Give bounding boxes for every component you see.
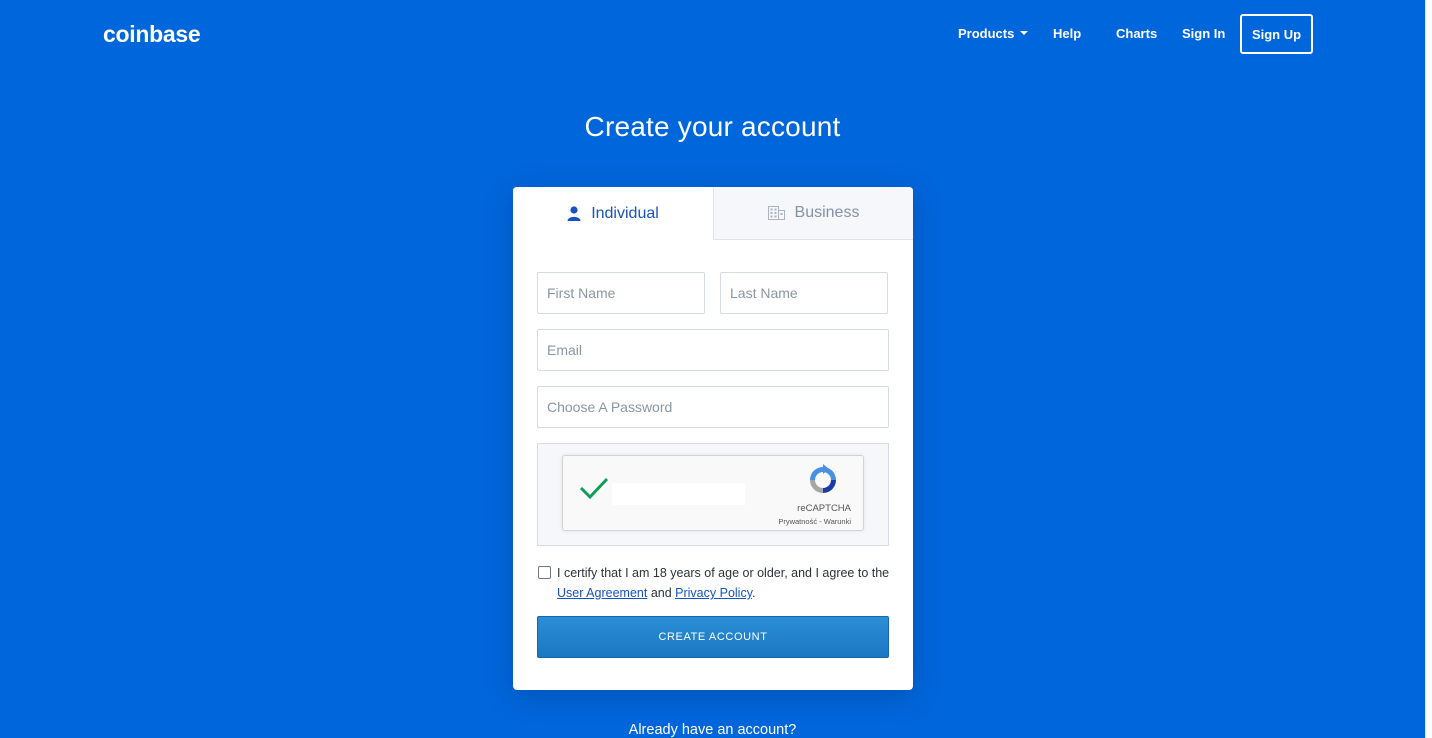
checkmark-icon[interactable] — [579, 476, 609, 500]
certify-period: . — [752, 586, 756, 600]
already-have-account-link[interactable]: Already have an account? — [0, 722, 1425, 738]
user-icon — [567, 206, 581, 221]
email-input[interactable] — [537, 329, 889, 371]
tab-individual-label: Individual — [591, 204, 659, 222]
scrollbar-gutter[interactable] — [1425, 0, 1432, 738]
certify-and: and — [650, 586, 672, 600]
nav-sign-in[interactable]: Sign In — [1182, 26, 1225, 41]
coinbase-logo[interactable]: coinbase — [103, 21, 201, 48]
nav-products-label: Products — [958, 26, 1015, 41]
user-agreement-link[interactable]: User Agreement — [557, 586, 647, 600]
caret-down-icon — [1020, 31, 1029, 35]
recaptcha-links[interactable]: Prywatność - Warunki — [743, 517, 851, 526]
first-name-input[interactable] — [537, 272, 705, 314]
tab-individual[interactable]: Individual — [513, 187, 713, 240]
building-icon — [767, 206, 785, 220]
tab-business[interactable]: Business — [713, 187, 913, 240]
captcha-status-area — [612, 483, 745, 505]
age-certification: I certify that I am 18 years of age or o… — [537, 563, 897, 603]
nav-help[interactable]: Help — [1053, 26, 1081, 41]
recaptcha-brand: reCAPTCHA — [797, 503, 851, 514]
certify-text: I certify that I am 18 years of age or o… — [557, 566, 890, 580]
captcha-container: reCAPTCHA Prywatność - Warunki — [537, 443, 889, 546]
nav-charts[interactable]: Charts — [1116, 26, 1157, 41]
page-title: Create your account — [584, 111, 841, 142]
recaptcha-icon — [810, 464, 836, 493]
password-input[interactable] — [537, 386, 889, 428]
tab-business-label: Business — [794, 204, 860, 221]
create-account-button[interactable]: CREATE ACCOUNT — [537, 616, 889, 658]
privacy-policy-link[interactable]: Privacy Policy — [675, 586, 752, 600]
scrollbar-edge — [1425, 0, 1426, 738]
last-name-input[interactable] — [720, 272, 888, 314]
nav-products[interactable]: Products — [958, 26, 1029, 41]
account-type-tabs: Individual Business — [513, 187, 913, 240]
certify-text-block: I certify that I am 18 years of age or o… — [557, 563, 897, 603]
certify-checkbox[interactable] — [538, 566, 551, 579]
recaptcha-widget: reCAPTCHA Prywatność - Warunki — [562, 455, 864, 531]
nav-sign-up-button[interactable]: Sign Up — [1240, 14, 1313, 54]
signup-card: Individual Business First Name Last Name… — [513, 187, 913, 690]
